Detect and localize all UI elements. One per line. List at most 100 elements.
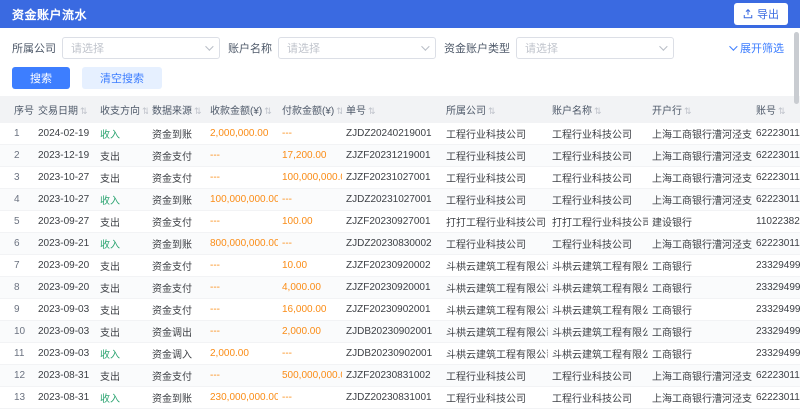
cell-company: 工程行业科技公司 [442, 233, 548, 255]
column-header[interactable]: 收款金额(¥)⇅ [206, 96, 278, 123]
cell-company: 打打工程行业科技公司 [442, 211, 548, 233]
column-header[interactable]: 付款金额(¥)⇅ [278, 96, 342, 123]
table-row: 122023-08-31支出资金支付---500,000,000.00ZJZF2… [0, 365, 800, 387]
cell-source: 资金支付 [148, 167, 206, 189]
cell-company: 斗栱云建筑工程有限公司 [442, 255, 548, 277]
cell-account-name: 工程行业科技公司 [548, 167, 648, 189]
table-row: 92023-09-03支出资金支付---16,000.00ZJZF2023090… [0, 299, 800, 321]
cell-payment-amount: --- [278, 233, 342, 255]
sort-icon[interactable]: ⇅ [336, 106, 342, 116]
account-name-select[interactable]: 请选择 [278, 37, 436, 59]
sort-icon[interactable]: ⇅ [594, 106, 602, 116]
sort-icon[interactable]: ⇅ [368, 106, 376, 116]
cell-source: 资金到账 [148, 233, 206, 255]
transactions-table: 序号交易日期⇅收支方向⇅数据来源⇅收款金额(¥)⇅付款金额(¥)⇅单号⇅所属公司… [0, 96, 800, 409]
column-header-label: 账号 [756, 106, 776, 117]
search-actions: 搜索 清空搜索 [0, 67, 800, 89]
cell-account-name: 工程行业科技公司 [548, 145, 648, 167]
column-header-label: 开户行 [652, 106, 682, 117]
cell-company: 工程行业科技公司 [442, 387, 548, 409]
sort-icon[interactable]: ⇅ [80, 106, 88, 116]
cell-bank: 工商银行 [648, 321, 752, 343]
column-header[interactable]: 交易日期⇅ [34, 96, 96, 123]
table-row: 132023-08-31收入资金到账230,000,000.00---ZJDZ2… [0, 387, 800, 409]
cell-account-no: 62223011 [752, 387, 800, 409]
cell-order-no: ZJDZ20231027001 [342, 189, 442, 211]
sort-icon[interactable]: ⇅ [194, 106, 202, 116]
cell-account-no: 62223011 [752, 233, 800, 255]
sort-icon[interactable]: ⇅ [264, 106, 272, 116]
column-header[interactable]: 账户名称⇅ [548, 96, 648, 123]
cell-account-name: 工程行业科技公司 [548, 233, 648, 255]
cell-bank: 上海工商银行漕河泾支行 [648, 167, 752, 189]
column-header[interactable]: 开户行⇅ [648, 96, 752, 123]
cell-index: 3 [0, 167, 34, 189]
cell-date: 2023-12-19 [34, 145, 96, 167]
cell-account-no: 62223011 [752, 189, 800, 211]
cell-index: 9 [0, 299, 34, 321]
cell-bank: 上海工商银行漕河泾支行 [648, 233, 752, 255]
table-row: 82023-09-20支出资金支付---4,000.00ZJZF20230920… [0, 277, 800, 299]
column-header[interactable]: 单号⇅ [342, 96, 442, 123]
cell-account-name: 工程行业科技公司 [548, 387, 648, 409]
column-header[interactable]: 数据来源⇅ [148, 96, 206, 123]
table-row: 42023-10-27收入资金到账100,000,000.00---ZJDZ20… [0, 189, 800, 211]
search-button[interactable]: 搜索 [12, 67, 70, 89]
cell-index: 4 [0, 189, 34, 211]
account-type-select-placeholder: 请选择 [525, 40, 558, 56]
cell-bank: 上海工商银行漕河泾支行 [648, 387, 752, 409]
sort-icon[interactable]: ⇅ [684, 106, 692, 116]
cell-order-no: ZJZF20230920002 [342, 255, 442, 277]
cell-receipt-amount: --- [206, 211, 278, 233]
page-title: 资金账户流水 [12, 6, 87, 23]
column-header-label: 所属公司 [446, 106, 486, 117]
export-button[interactable]: 导出 [734, 3, 788, 25]
column-header-label: 单号 [346, 106, 366, 117]
cell-order-no: ZJDB20230902001 [342, 321, 442, 343]
cell-order-no: ZJZF20231219001 [342, 145, 442, 167]
sort-icon[interactable]: ⇅ [778, 106, 786, 116]
cell-account-name: 斗栱云建筑工程有限公司 [548, 299, 648, 321]
company-select[interactable]: 请选择 [62, 37, 220, 59]
cell-index: 6 [0, 233, 34, 255]
cell-direction: 收入 [96, 123, 148, 145]
sort-icon[interactable]: ⇅ [488, 106, 496, 116]
cell-index: 12 [0, 365, 34, 387]
cell-direction: 支出 [96, 321, 148, 343]
cell-payment-amount: --- [278, 387, 342, 409]
filter-bar: 所属公司 请选择 账户名称 请选择 资金账户类型 请选择 展开筛选 [0, 36, 800, 60]
cell-index: 7 [0, 255, 34, 277]
cell-payment-amount: 17,200.00 [278, 145, 342, 167]
cell-source: 资金调入 [148, 343, 206, 365]
cell-receipt-amount: --- [206, 365, 278, 387]
cell-order-no: ZJDZ20230831001 [342, 387, 442, 409]
column-header-label: 收支方向 [100, 106, 140, 117]
column-header[interactable]: 收支方向⇅ [96, 96, 148, 123]
cell-bank: 工商银行 [648, 277, 752, 299]
cell-source: 资金到账 [148, 189, 206, 211]
clear-search-button[interactable]: 清空搜索 [82, 67, 162, 89]
cell-payment-amount: 16,000.00 [278, 299, 342, 321]
expand-filters-link[interactable]: 展开筛选 [729, 40, 788, 56]
column-header[interactable]: 所属公司⇅ [442, 96, 548, 123]
cell-bank: 工商银行 [648, 255, 752, 277]
company-select-placeholder: 请选择 [71, 40, 104, 56]
cell-index: 10 [0, 321, 34, 343]
cell-receipt-amount: --- [206, 299, 278, 321]
page-header: 资金账户流水 导出 [0, 0, 800, 28]
column-header-label: 序号 [14, 106, 34, 117]
table-row: 12024-02-19收入资金到账2,000,000.00---ZJDZ2024… [0, 123, 800, 145]
column-header[interactable]: 账号⇅ [752, 96, 800, 123]
account-type-select[interactable]: 请选择 [516, 37, 674, 59]
cell-payment-amount: --- [278, 189, 342, 211]
column-header-label: 账户名称 [552, 106, 592, 117]
cell-order-no: ZJDB20230902001 [342, 343, 442, 365]
vertical-scrollbar[interactable] [794, 32, 799, 104]
cell-company: 工程行业科技公司 [442, 167, 548, 189]
cell-payment-amount: 100.00 [278, 211, 342, 233]
cell-order-no: ZJZF20230927001 [342, 211, 442, 233]
cell-company: 工程行业科技公司 [442, 145, 548, 167]
sort-icon[interactable]: ⇅ [142, 106, 148, 116]
cell-company: 斗栱云建筑工程有限公司 [442, 343, 548, 365]
cell-date: 2023-09-03 [34, 343, 96, 365]
